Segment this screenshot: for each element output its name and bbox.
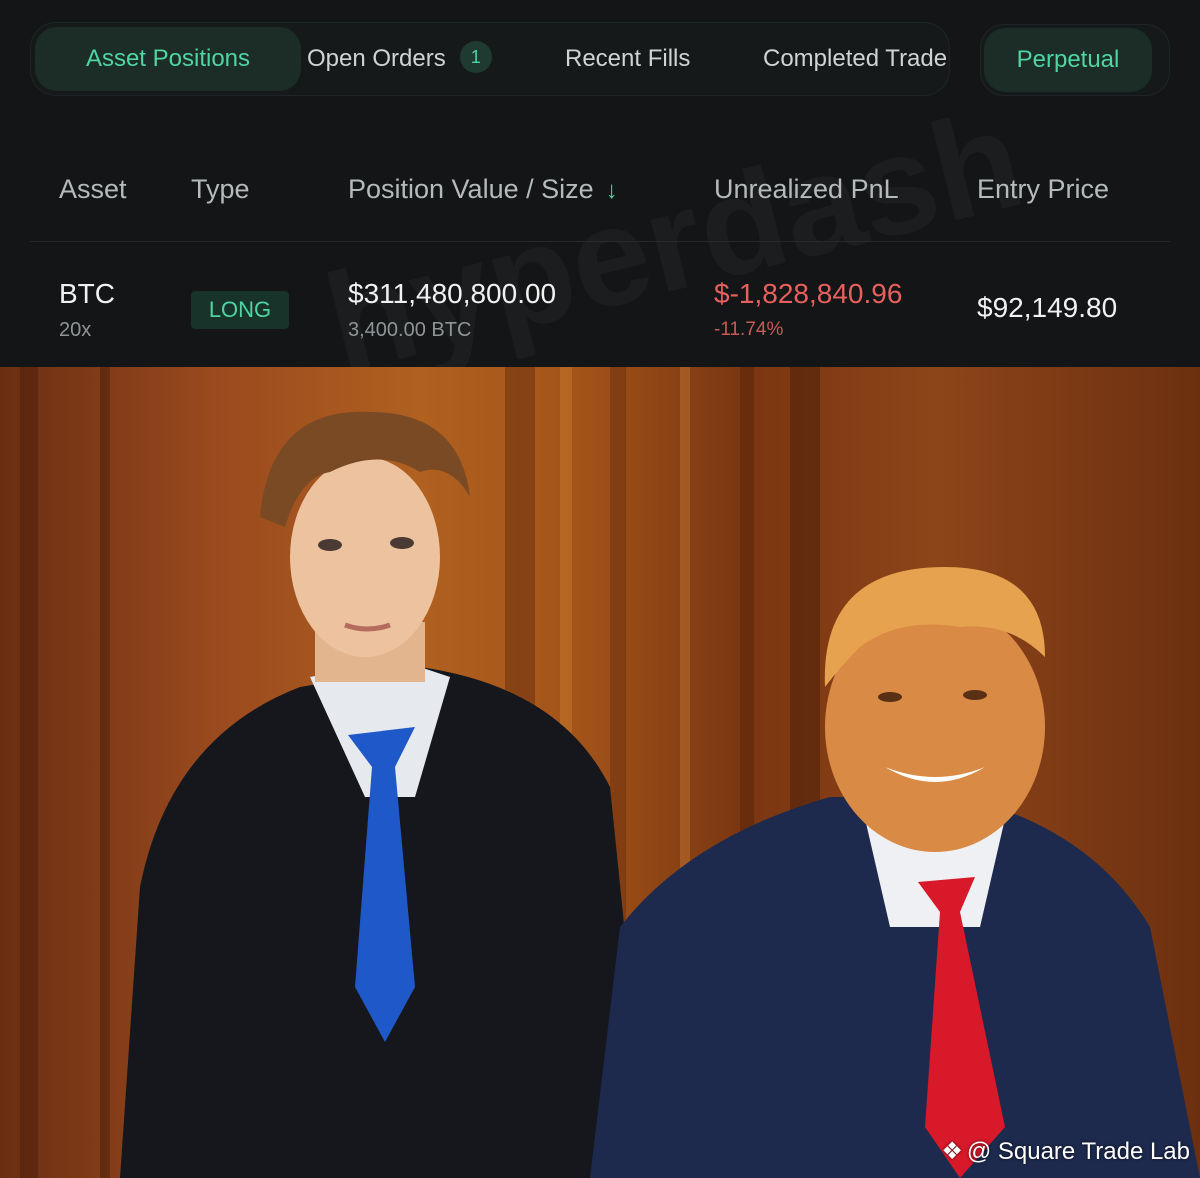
tab-open-orders[interactable]: Open Orders 1: [307, 27, 492, 91]
position-value: $311,480,800.00: [348, 278, 557, 309]
entry-price: $92,149.80: [977, 292, 1118, 323]
column-header-entry-price[interactable]: Entry Price: [977, 174, 1109, 205]
column-header-position[interactable]: Position Value / Size ↓: [348, 174, 618, 205]
column-header-pnl[interactable]: Unrealized PnL: [714, 174, 899, 205]
tab-recent-fills[interactable]: Recent Fills: [565, 27, 690, 91]
tab-completed-trades[interactable]: Completed Trade: [763, 27, 947, 91]
position-size: 3,400.00 BTC: [348, 319, 472, 341]
tab-bar: Asset Positions Open Orders 1 Recent Fill…: [30, 22, 950, 96]
tab-asset-positions[interactable]: Asset Positions: [35, 27, 301, 91]
photo: ❖ @ Square Trade Lab: [0, 367, 1200, 1178]
source-credit-label: @ Square Trade Lab: [966, 1138, 1190, 1165]
photo-illustration: [20, 367, 1200, 1178]
header-divider: [30, 241, 1170, 242]
asset-leverage: 20x: [59, 319, 92, 341]
position-type-badge: LONG: [191, 291, 289, 329]
column-header-asset[interactable]: Asset: [59, 174, 127, 205]
positions-panel: hyperdash Asset Positions Open Orders1 R…: [0, 0, 1200, 367]
column-header-type[interactable]: Type: [191, 174, 250, 205]
binance-logo-icon: ❖: [941, 1138, 963, 1165]
asset-symbol: BTC: [59, 278, 115, 309]
unrealized-pnl-percent: -11.74%: [714, 319, 784, 340]
market-toggle: Perpetual: [980, 24, 1170, 96]
column-header-position-label: Position Value / Size: [348, 174, 594, 204]
sort-down-icon: ↓: [605, 177, 618, 204]
source-credit: ❖ @ Square Trade Lab: [941, 1137, 1190, 1166]
unrealized-pnl-value: $-1,828,840.96: [714, 278, 903, 309]
perpetual-button[interactable]: Perpetual: [984, 28, 1152, 92]
open-orders-count-badge: 1: [459, 40, 492, 73]
tab-open-orders-label: Open Orders: [307, 45, 446, 72]
